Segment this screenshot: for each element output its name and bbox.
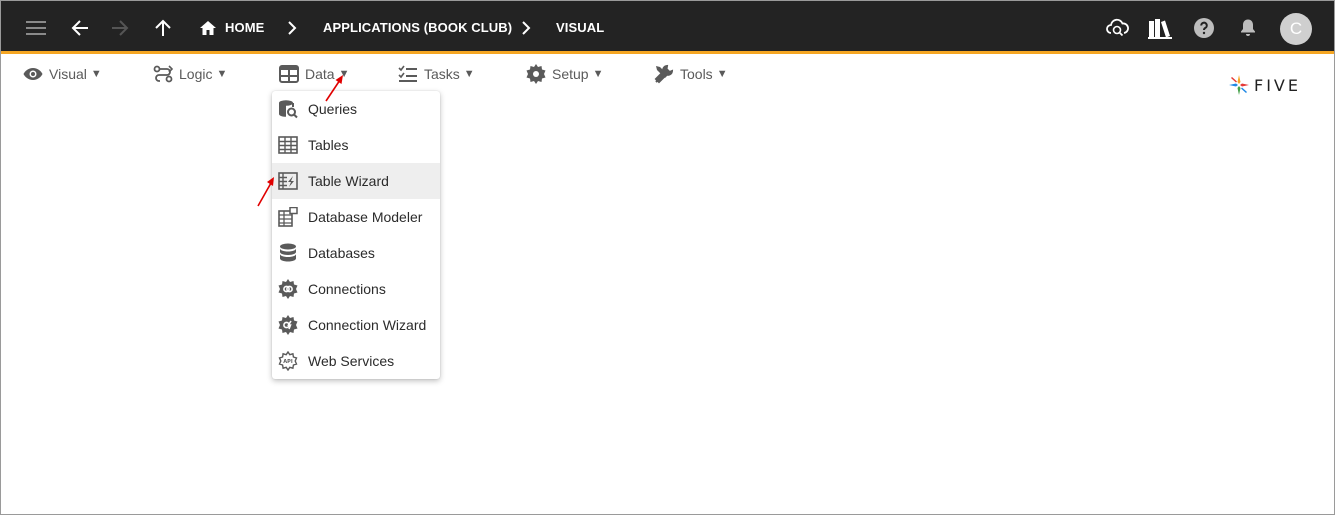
breadcrumb-home[interactable]: HOME xyxy=(199,1,264,54)
tools-icon xyxy=(654,64,674,84)
annotation-arrow-icon xyxy=(325,75,343,102)
caret-down-icon: ▼ xyxy=(216,68,228,80)
dd-item-tables[interactable]: Tables xyxy=(272,127,440,163)
checklist-icon xyxy=(398,65,418,83)
annotation-arrow-icon xyxy=(257,177,274,207)
gear-icon xyxy=(526,64,546,84)
menu-logic-label: Logic xyxy=(179,66,213,82)
breadcrumb-applications[interactable]: APPLICATIONS (BOOK CLUB) xyxy=(323,1,512,54)
dd-item-database-modeler[interactable]: Database Modeler xyxy=(272,199,440,235)
caret-down-icon: ▼ xyxy=(716,68,728,80)
five-logo-mark-icon xyxy=(1229,75,1249,95)
menu-visual-label: Visual xyxy=(49,66,87,82)
dd-item-connection-wizard[interactable]: Connection Wizard xyxy=(272,307,440,343)
dd-item-queries[interactable]: Queries xyxy=(272,91,440,127)
home-icon xyxy=(199,20,217,36)
notification-bell-icon[interactable] xyxy=(1238,1,1258,54)
avatar-initial: C xyxy=(1289,19,1303,38)
dd-item-label: Web Services xyxy=(308,353,395,369)
menu-setup[interactable]: Setup ▼ xyxy=(526,63,603,85)
menu-logic[interactable]: Logic ▼ xyxy=(153,63,227,85)
dd-item-label: Tables xyxy=(308,137,349,153)
back-arrow-icon[interactable] xyxy=(69,1,91,54)
breadcrumb-applications-label: APPLICATIONS (BOOK CLUB) xyxy=(323,20,513,35)
svg-text:API: API xyxy=(283,359,293,365)
up-arrow-icon[interactable] xyxy=(153,1,173,54)
avatar[interactable]: C xyxy=(1280,13,1312,45)
connection-wizard-icon xyxy=(278,315,298,335)
dd-item-label: Connections xyxy=(308,281,386,297)
data-dropdown-menu: Queries Tables Table Wizard Database Mod… xyxy=(272,91,440,379)
table-icon xyxy=(278,135,298,155)
breadcrumb-visual-label: VISUAL xyxy=(556,20,605,35)
library-books-icon[interactable] xyxy=(1147,1,1173,54)
dd-item-connections[interactable]: Connections xyxy=(272,271,440,307)
menu-visual[interactable]: Visual ▼ xyxy=(23,63,102,85)
database-icon xyxy=(278,243,298,263)
dd-item-web-services[interactable]: API Web Services xyxy=(272,343,440,379)
dd-item-table-wizard[interactable]: Table Wizard xyxy=(272,163,440,199)
hamburger-menu-icon[interactable] xyxy=(23,1,49,54)
menu-tools-label: Tools xyxy=(680,66,713,82)
cloud-deploy-icon[interactable] xyxy=(1104,1,1130,54)
caret-down-icon: ▼ xyxy=(592,68,604,80)
logo-text: FIVE xyxy=(1254,75,1301,95)
menu-tasks[interactable]: Tasks ▼ xyxy=(398,63,475,85)
dd-item-databases[interactable]: Databases xyxy=(272,235,440,271)
database-search-icon xyxy=(278,99,298,119)
dd-item-label: Table Wizard xyxy=(308,173,389,189)
web-services-api-icon: API xyxy=(278,351,298,371)
connections-icon xyxy=(278,279,298,299)
caret-down-icon: ▼ xyxy=(90,68,102,80)
caret-down-icon: ▼ xyxy=(463,68,475,80)
five-logo: FIVE xyxy=(1228,73,1301,97)
dd-item-label: Databases xyxy=(308,245,375,261)
logic-flow-icon xyxy=(153,65,173,83)
chevron-right-icon xyxy=(521,1,531,54)
forward-arrow-icon[interactable] xyxy=(109,1,131,54)
app-window: HOME APPLICATIONS (BOOK CLUB) VISUAL C V… xyxy=(0,0,1335,515)
chevron-right-icon xyxy=(287,1,297,54)
eye-icon xyxy=(23,67,43,81)
dd-item-label: Connection Wizard xyxy=(308,317,427,333)
top-app-bar: HOME APPLICATIONS (BOOK CLUB) VISUAL C xyxy=(1,1,1334,54)
menu-tasks-label: Tasks xyxy=(424,66,460,82)
breadcrumb-visual[interactable]: VISUAL xyxy=(556,1,604,54)
breadcrumb-home-label: HOME xyxy=(225,20,265,35)
table-grid-icon xyxy=(279,65,299,83)
database-modeler-icon xyxy=(278,207,298,227)
table-wizard-icon xyxy=(278,171,298,191)
menu-tools[interactable]: Tools ▼ xyxy=(654,63,728,85)
main-menu-bar: Visual ▼ Logic ▼ Data ▼ Tasks ▼ Setup ▼ … xyxy=(1,57,1334,91)
help-icon[interactable] xyxy=(1193,1,1215,54)
menu-setup-label: Setup xyxy=(552,66,589,82)
dd-item-label: Database Modeler xyxy=(308,209,423,225)
